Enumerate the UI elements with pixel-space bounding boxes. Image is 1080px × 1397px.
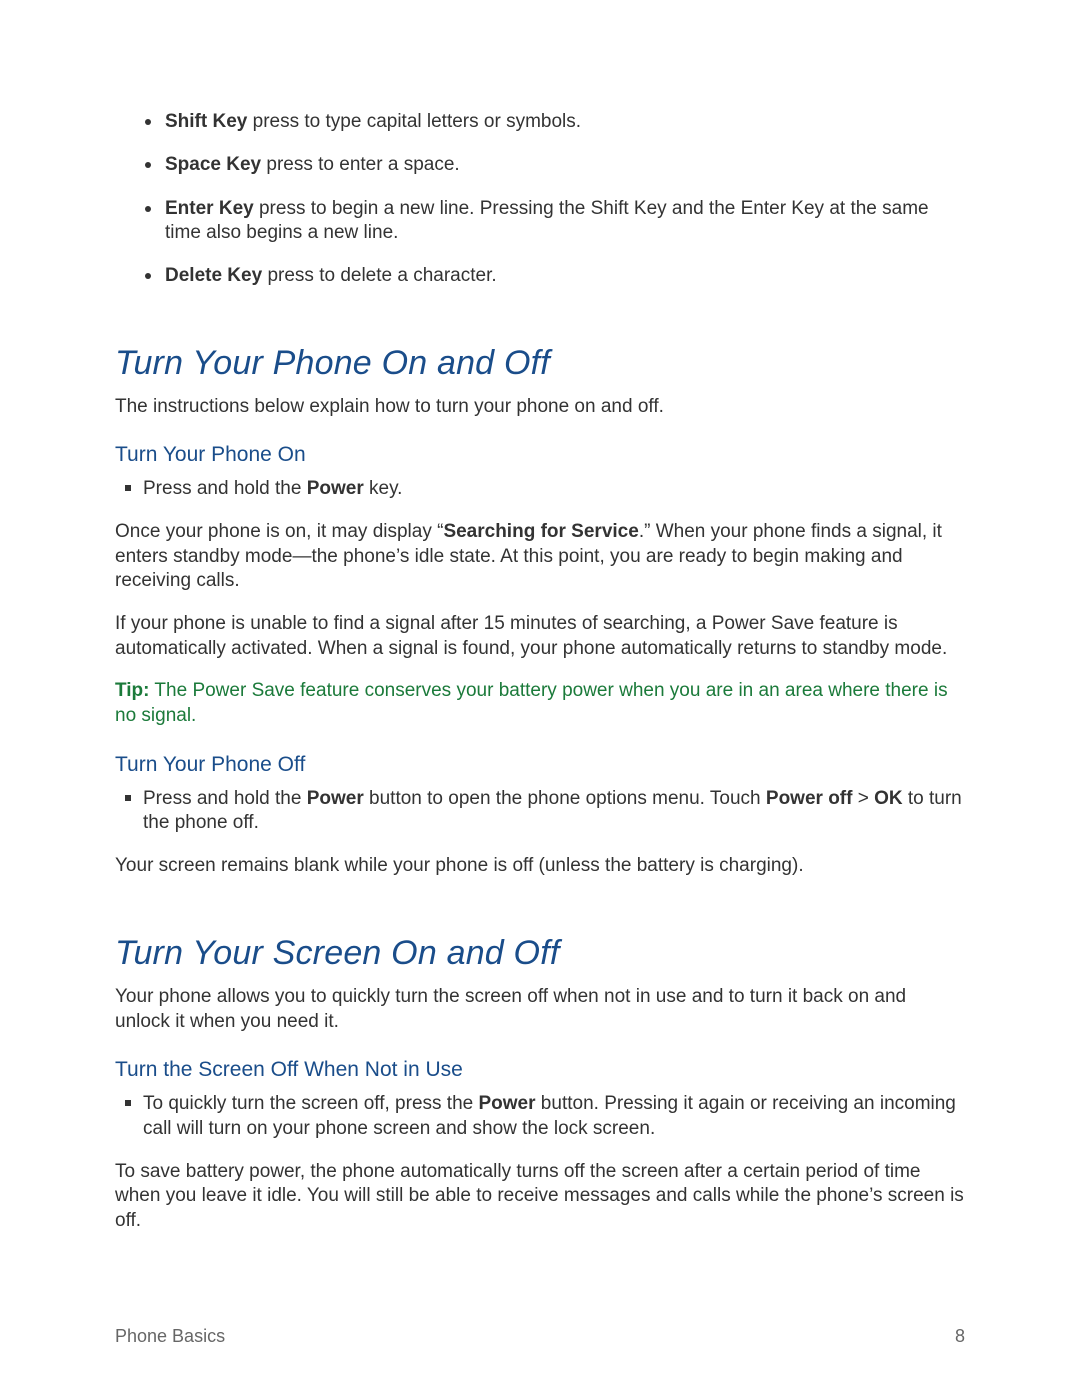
tip-text: The Power Save feature conserves your ba… — [115, 680, 948, 726]
page: Shift Key press to type capital letters … — [0, 0, 1080, 1397]
footer-section-name: Phone Basics — [115, 1326, 225, 1347]
key-desc: press to begin a new line. Pressing the … — [165, 198, 929, 243]
list-item: Shift Key press to type capital letters … — [165, 110, 965, 134]
subheading-screen-off: Turn the Screen Off When Not in Use — [115, 1058, 965, 1082]
tip-paragraph: Tip: The Power Save feature conserves yo… — [115, 679, 965, 728]
list-item: Space Key press to enter a space. — [165, 153, 965, 177]
bold-text: Power — [307, 478, 364, 499]
section-intro: The instructions below explain how to tu… — [115, 395, 965, 420]
key-name: Space Key — [165, 154, 261, 175]
bold-text: OK — [874, 788, 903, 809]
text: Once your phone is on, it may display “ — [115, 521, 443, 542]
paragraph: Your screen remains blank while your pho… — [115, 854, 965, 879]
subheading-phone-on: Turn Your Phone On — [115, 443, 965, 467]
bold-text: Power — [307, 788, 364, 809]
key-name: Shift Key — [165, 111, 247, 132]
text: > — [852, 788, 874, 809]
text: key. — [364, 478, 403, 499]
paragraph: Once your phone is on, it may display “S… — [115, 520, 965, 594]
key-desc: press to delete a character. — [262, 265, 496, 286]
key-list: Shift Key press to type capital letters … — [115, 110, 965, 289]
list-item: Press and hold the Power key. — [143, 477, 965, 502]
key-name: Delete Key — [165, 265, 262, 286]
text: button to open the phone options menu. T… — [364, 788, 766, 809]
steps-list: Press and hold the Power button to open … — [115, 787, 965, 836]
key-desc: press to type capital letters or symbols… — [247, 111, 581, 132]
text: Press and hold the — [143, 478, 307, 499]
paragraph: If your phone is unable to find a signal… — [115, 612, 965, 661]
subheading-phone-off: Turn Your Phone Off — [115, 753, 965, 777]
text: To quickly turn the screen off, press th… — [143, 1093, 479, 1114]
list-item: To quickly turn the screen off, press th… — [143, 1092, 965, 1141]
text: Press and hold the — [143, 788, 307, 809]
section-heading-turn-phone: Turn Your Phone On and Off — [115, 344, 965, 383]
list-item: Press and hold the Power button to open … — [143, 787, 965, 836]
bold-text: Searching for Service — [443, 521, 638, 542]
bold-text: Power off — [766, 788, 853, 809]
bold-text: Power — [479, 1093, 536, 1114]
paragraph: To save battery power, the phone automat… — [115, 1160, 965, 1234]
key-name: Enter Key — [165, 198, 254, 219]
key-desc: press to enter a space. — [261, 154, 460, 175]
footer-page-number: 8 — [955, 1326, 965, 1347]
section-heading-turn-screen: Turn Your Screen On and Off — [115, 934, 965, 973]
list-item: Delete Key press to delete a character. — [165, 264, 965, 288]
page-footer: Phone Basics 8 — [115, 1326, 965, 1347]
tip-label: Tip: — [115, 680, 149, 701]
section-intro: Your phone allows you to quickly turn th… — [115, 985, 965, 1034]
list-item: Enter Key press to begin a new line. Pre… — [165, 197, 965, 246]
steps-list: To quickly turn the screen off, press th… — [115, 1092, 965, 1141]
steps-list: Press and hold the Power key. — [115, 477, 965, 502]
